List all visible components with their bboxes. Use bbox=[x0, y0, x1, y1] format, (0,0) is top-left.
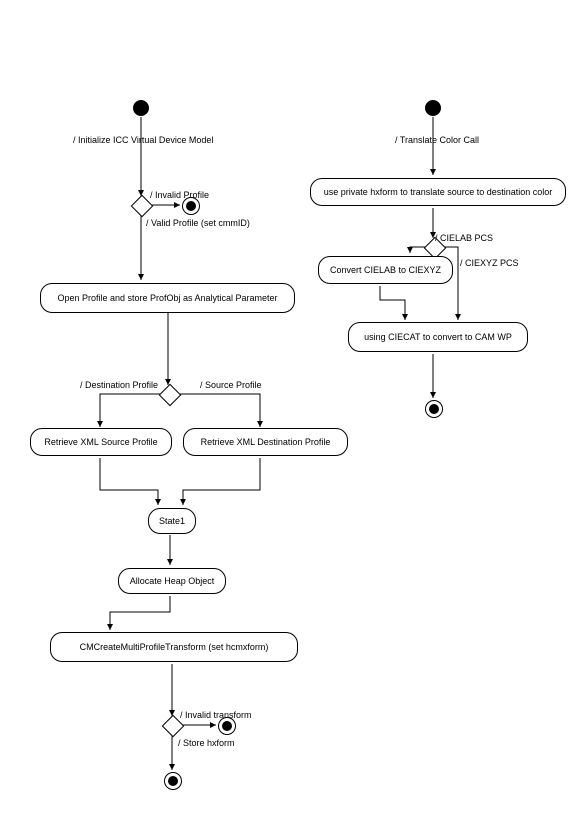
invalid-transform-label: / Invalid transform bbox=[180, 710, 252, 720]
cmcreate-text: CMCreateMultiProfileTransform (set hcmxf… bbox=[80, 642, 269, 652]
open-profile-node: Open Profile and store ProfObj as Analyt… bbox=[40, 283, 295, 313]
retrieve-src-text: Retrieve XML Source Profile bbox=[44, 437, 157, 447]
state1-node: State1 bbox=[148, 508, 196, 534]
start-label-right: / Translate Color Call bbox=[395, 135, 479, 145]
end-node-left bbox=[164, 772, 182, 790]
start-node-right bbox=[425, 100, 441, 116]
start-node-left bbox=[133, 100, 149, 116]
dest-profile-label: / Destination Profile bbox=[80, 380, 158, 390]
allocate-node: Allocate Heap Object bbox=[118, 568, 226, 594]
invalid-profile-label: / Invalid Profile bbox=[150, 190, 209, 200]
state1-text: State1 bbox=[159, 516, 185, 526]
convert-lab-text: Convert CIELAB to CIEXYZ bbox=[330, 265, 441, 275]
start-label-left: / Initialize ICC Virtual Device Model bbox=[73, 135, 213, 145]
retrieve-src-node: Retrieve XML Source Profile bbox=[30, 428, 172, 456]
end-node-invalid-transform bbox=[218, 717, 236, 735]
cielab-pcs-label: / CIELAB PCS bbox=[435, 233, 493, 243]
cmcreate-node: CMCreateMultiProfileTransform (set hcmxf… bbox=[50, 632, 298, 662]
convert-lab-node: Convert CIELAB to CIEXYZ bbox=[318, 256, 453, 284]
allocate-text: Allocate Heap Object bbox=[130, 576, 215, 586]
end-node-right bbox=[425, 400, 443, 418]
using-ciecat-text: using CIECAT to convert to CAM WP bbox=[364, 332, 512, 342]
arrows-layer bbox=[0, 0, 577, 825]
src-profile-label: / Source Profile bbox=[200, 380, 262, 390]
end-node-invalid-profile bbox=[182, 197, 200, 215]
retrieve-dest-text: Retrieve XML Destination Profile bbox=[201, 437, 331, 447]
open-profile-text: Open Profile and store ProfObj as Analyt… bbox=[57, 293, 277, 303]
use-private-node: use private hxform to translate source t… bbox=[310, 178, 566, 206]
retrieve-dest-node: Retrieve XML Destination Profile bbox=[183, 428, 348, 456]
use-private-text: use private hxform to translate source t… bbox=[324, 187, 553, 197]
valid-profile-label: / Valid Profile (set cmmID) bbox=[146, 218, 250, 228]
store-hxform-label: / Store hxform bbox=[178, 738, 235, 748]
using-ciecat-node: using CIECAT to convert to CAM WP bbox=[348, 322, 528, 352]
ciexyz-pcs-label: / CIEXYZ PCS bbox=[460, 258, 519, 268]
